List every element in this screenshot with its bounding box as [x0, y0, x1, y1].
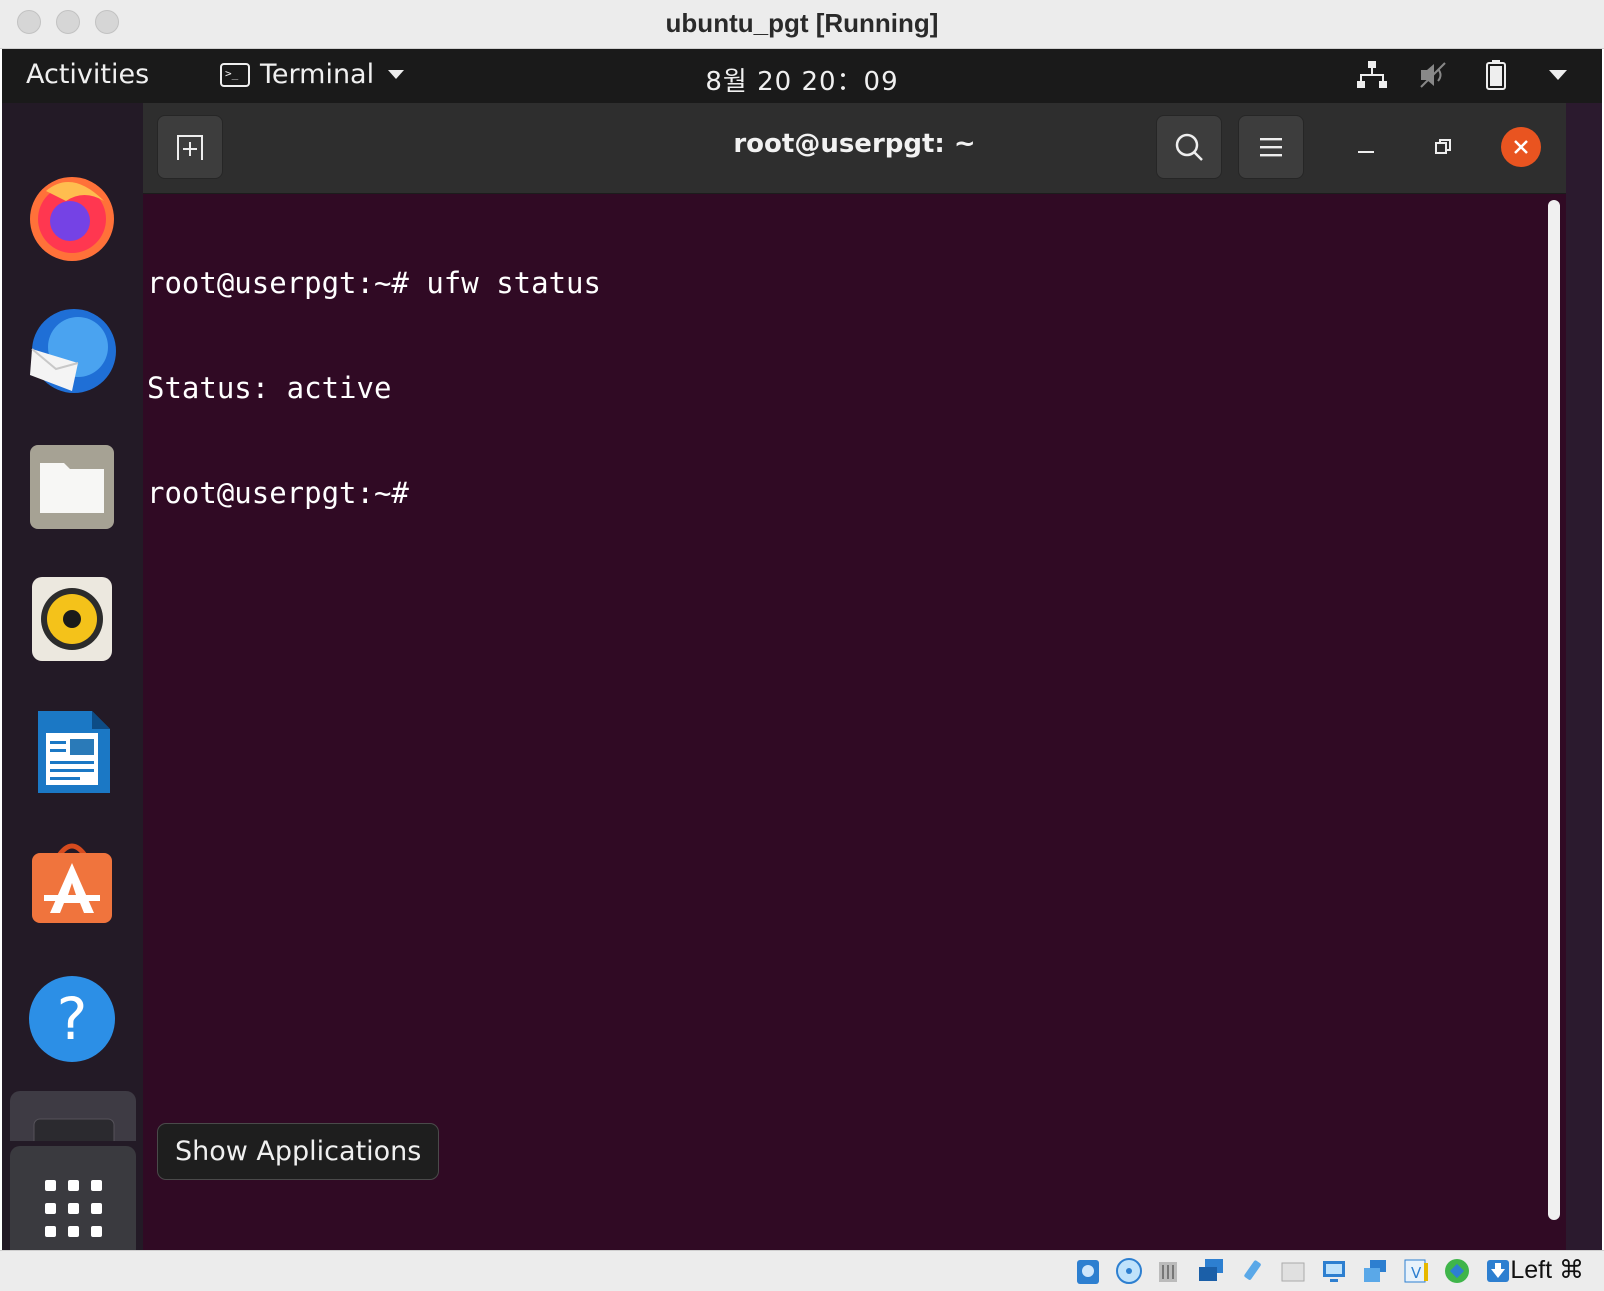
shared-folders-icon[interactable]: [1277, 1255, 1309, 1287]
close-icon: [1514, 140, 1528, 154]
search-button[interactable]: [1156, 115, 1222, 179]
network-icon[interactable]: [1195, 1255, 1227, 1287]
svg-text:?: ?: [57, 985, 88, 1053]
dock: ?: [2, 103, 144, 1250]
network-wired-icon[interactable]: [1356, 59, 1388, 91]
close-button[interactable]: [1501, 127, 1541, 167]
hamburger-menu-icon: [1260, 138, 1282, 157]
system-menu-arrow-icon[interactable]: [1542, 59, 1574, 91]
menu-button[interactable]: [1238, 115, 1304, 179]
usb-icon[interactable]: [1236, 1255, 1268, 1287]
thunderbird-icon[interactable]: [26, 305, 118, 397]
optical-drive-icon[interactable]: [1113, 1255, 1145, 1287]
app-grid-icon: [45, 1180, 102, 1237]
show-applications-button[interactable]: [10, 1146, 136, 1250]
terminal-output-area[interactable]: root@userpgt:~# ufw status Status: activ…: [143, 194, 1566, 1250]
minimize-button[interactable]: [1346, 127, 1386, 167]
battery-icon[interactable]: [1480, 59, 1512, 91]
screen-capture-icon[interactable]: [1359, 1255, 1391, 1287]
terminal-prompt-line: root@userpgt:~#: [147, 476, 409, 510]
terminal-header-bar: root@userpgt: ~: [143, 103, 1566, 194]
restore-button[interactable]: [1423, 127, 1463, 167]
restore-icon: [1435, 139, 1451, 154]
files-icon[interactable]: [26, 441, 118, 533]
ubuntu-software-icon[interactable]: [26, 837, 118, 929]
hard-disk-icon[interactable]: [1072, 1255, 1104, 1287]
mouse-integration-icon[interactable]: [1482, 1255, 1514, 1287]
terminal-icon[interactable]: [10, 1091, 136, 1150]
audio-icon[interactable]: [1154, 1255, 1186, 1287]
libreoffice-writer-icon[interactable]: [26, 707, 118, 799]
system-tray[interactable]: [1356, 59, 1574, 91]
minimize-icon: [1358, 151, 1374, 153]
vm-screen[interactable]: Activities >_ Terminal 8월 20 20：09 ? roo…: [2, 49, 1602, 1250]
cpu-icon[interactable]: [1441, 1255, 1473, 1287]
show-applications-tooltip: Show Applications: [157, 1123, 440, 1180]
rhythmbox-icon[interactable]: [26, 573, 118, 665]
search-icon: [1175, 133, 1203, 161]
firefox-icon[interactable]: [26, 171, 118, 263]
video-capture-icon[interactable]: V: [1400, 1255, 1432, 1287]
gnome-top-bar: Activities >_ Terminal 8월 20 20：09: [2, 49, 1602, 103]
terminal-text: root@userpgt:~# ufw status Status: activ…: [147, 196, 601, 581]
host-window-title: ubuntu_pgt [Running]: [665, 8, 939, 38]
terminal-scrollbar[interactable]: [1548, 200, 1560, 1220]
vbox-status-bar: V Left ⌘: [0, 1250, 1604, 1291]
vbox-status-icons: V: [1072, 1255, 1514, 1287]
volume-muted-icon[interactable]: [1418, 59, 1450, 91]
terminal-line: Status: active: [147, 371, 392, 405]
terminal-line: root@userpgt:~# ufw status: [147, 266, 601, 300]
svg-text:V: V: [1411, 1264, 1422, 1282]
host-title-bar: ubuntu_pgt [Running]: [0, 0, 1604, 49]
help-icon[interactable]: ?: [26, 973, 118, 1065]
display-icon[interactable]: [1318, 1255, 1350, 1287]
host-key-indicator: Left ⌘: [1510, 1256, 1584, 1284]
